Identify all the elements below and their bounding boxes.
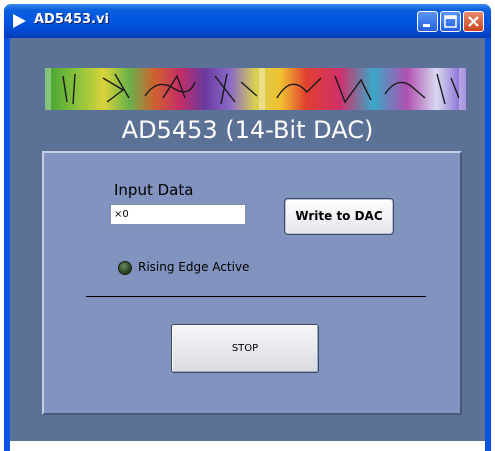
rising-edge-label: Rising Edge Active bbox=[138, 260, 250, 274]
title-bar[interactable]: AD5453.vi bbox=[4, 4, 491, 38]
window: AD5453.vi AD5453 (14-Bit DAC) Input Data… bbox=[0, 0, 495, 451]
play-icon bbox=[13, 14, 26, 28]
bottom-strip bbox=[10, 441, 485, 451]
window-frame-right bbox=[485, 38, 491, 451]
maximize-icon bbox=[444, 15, 457, 28]
page-title: AD5453 (14-Bit DAC) bbox=[121, 116, 374, 144]
divider bbox=[86, 296, 426, 297]
write-to-dac-button[interactable]: Write to DAC bbox=[284, 198, 394, 235]
stop-button[interactable]: STOP bbox=[171, 324, 319, 373]
analog-devices-artwork-banner bbox=[45, 68, 466, 110]
input-data-value[interactable]: 0 bbox=[122, 209, 128, 220]
minimize-icon bbox=[423, 24, 430, 27]
close-button[interactable] bbox=[463, 11, 484, 32]
control-group-box bbox=[42, 151, 462, 415]
input-data-field[interactable]: ×0 bbox=[110, 204, 246, 225]
window-frame-left bbox=[4, 38, 10, 451]
close-icon bbox=[468, 16, 479, 27]
minimize-button[interactable] bbox=[417, 11, 438, 32]
maximize-button[interactable] bbox=[440, 11, 461, 32]
input-data-label: Input Data bbox=[114, 181, 194, 199]
rising-edge-led-indicator bbox=[118, 261, 132, 275]
window-title: AD5453.vi bbox=[34, 12, 109, 27]
